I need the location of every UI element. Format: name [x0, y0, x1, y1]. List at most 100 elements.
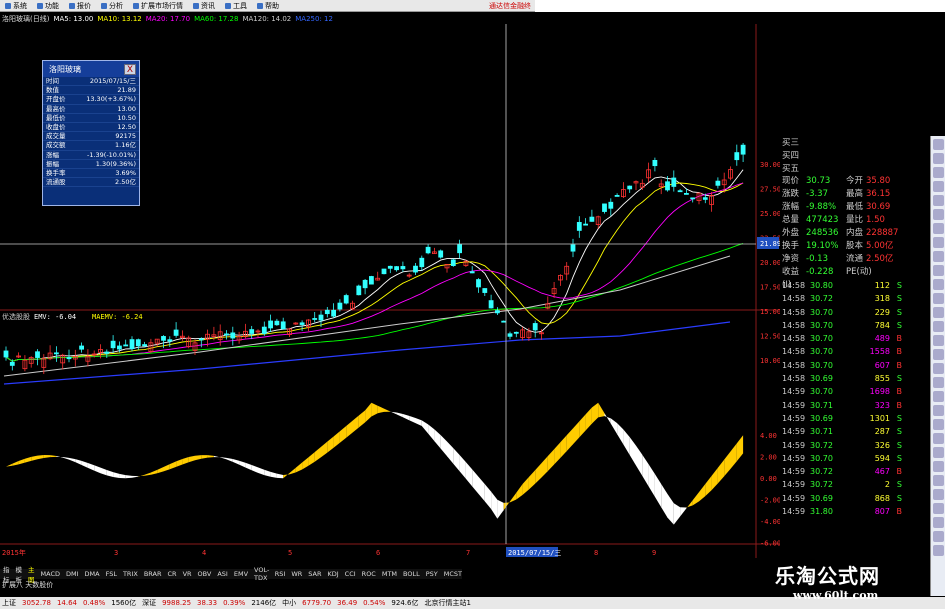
indicator-tab[interactable]: DMA: [82, 570, 103, 578]
tool-icon-5[interactable]: [933, 195, 944, 206]
emv-band-segment: [339, 426, 347, 443]
quote-cell: 涨跌: [782, 189, 800, 199]
tool-icon-27[interactable]: [933, 503, 944, 514]
tool-icon-15[interactable]: [933, 335, 944, 346]
tool-icon-24[interactable]: [933, 461, 944, 472]
tick-price: 30.69: [810, 493, 833, 503]
tool-icon-14[interactable]: [933, 321, 944, 332]
tool-icon-13[interactable]: [933, 307, 944, 318]
tool-icon-16[interactable]: [933, 349, 944, 360]
indicator-tab[interactable]: VR: [180, 570, 195, 578]
right-toolbar: [930, 136, 945, 596]
tick-direction: S: [896, 307, 902, 317]
candle-body: [652, 160, 658, 167]
close-icon[interactable]: X: [124, 64, 136, 75]
indicator-tab[interactable]: PSY: [423, 570, 441, 578]
data-window-key: 成交量: [46, 132, 66, 141]
emv-band-segment: [138, 474, 145, 477]
tool-icon-19[interactable]: [933, 391, 944, 402]
indicator-tab[interactable]: WR: [288, 570, 305, 578]
tick-volume: 287: [874, 427, 890, 437]
emv-band-segment: [724, 451, 731, 477]
indicator-tab[interactable]: KDJ: [324, 570, 341, 578]
month-label: 5: [288, 549, 292, 557]
emv-band-segment: [163, 464, 170, 472]
tick-time: 14:59: [782, 453, 806, 463]
indicator-tab[interactable]: CCI: [342, 570, 359, 578]
tool-icon-12[interactable]: [933, 293, 944, 304]
indicator-tab[interactable]: MTM: [379, 570, 400, 578]
candle-body: [129, 339, 135, 350]
menu-item-function[interactable]: 功能: [32, 1, 64, 11]
month-label: 7: [466, 549, 470, 557]
tool-icon-20[interactable]: [933, 405, 944, 416]
tick-price: 30.70: [810, 307, 833, 317]
data-window-row: 成交量 92175: [43, 132, 139, 142]
candle-body: [690, 197, 696, 200]
quote-row: 净资 -0.13 流通 2.50亿: [782, 253, 930, 266]
tool-icon-9[interactable]: [933, 251, 944, 262]
indicator-tab[interactable]: ASI: [214, 570, 231, 578]
ma-info-bar: 洛阳玻璃(日线) MA5: 13.00 MA10: 13.12 MA20: 17…: [0, 13, 535, 24]
emv-band-segment: [484, 484, 492, 509]
candle-body: [702, 197, 708, 200]
tool-icon-29[interactable]: [933, 531, 944, 542]
tick-direction: B: [896, 400, 903, 410]
indicator-tab[interactable]: BRAR: [141, 570, 165, 578]
emv-band-segment: [295, 462, 303, 473]
tool-icon-1[interactable]: [933, 139, 944, 150]
tool-icon-2[interactable]: [933, 153, 944, 164]
indicator-tab[interactable]: RSI: [272, 570, 289, 578]
indicator-tab[interactable]: OBV: [195, 570, 215, 578]
indicator-tab[interactable]: MCST: [441, 570, 465, 578]
emv-band-segment: [213, 455, 221, 458]
tick-list[interactable]: 14:58 30.80 112 S 14:58 30.72 318 S 14:58 30.70 22…: [782, 279, 930, 518]
tool-icon-8[interactable]: [933, 237, 944, 248]
status-item: 0.54%: [363, 599, 386, 607]
blank-area: [535, 0, 945, 12]
menu-item-quote[interactable]: 报价: [64, 1, 96, 11]
data-window-key: 开盘价: [46, 95, 66, 104]
menu-item-news[interactable]: 资讯: [188, 1, 220, 11]
menu-item-tools[interactable]: 工具: [220, 1, 252, 11]
indicator-tab[interactable]: ROC: [359, 570, 379, 578]
tool-icon-17[interactable]: [933, 363, 944, 374]
indicator-tab[interactable]: SAR: [305, 570, 324, 578]
tool-icon-4[interactable]: [933, 181, 944, 192]
indicator-tab[interactable]: VOL-TDX: [251, 566, 272, 582]
data-window[interactable]: 洛阳玻璃 X 时间 2015/07/15/三 数值 21.89 开盘价 13.30(+3.…: [42, 60, 140, 206]
tool-icon-10[interactable]: [933, 265, 944, 276]
emv-band-segment: [736, 435, 744, 462]
indicator-tab[interactable]: FSL: [103, 570, 120, 578]
tool-icon-11[interactable]: [933, 279, 944, 290]
indicator-tab[interactable]: DMI: [63, 570, 82, 578]
tool-icon-7[interactable]: [933, 223, 944, 234]
indicator-tab[interactable]: EMV: [231, 570, 251, 578]
tool-icon-30[interactable]: [933, 545, 944, 556]
emv-band-segment: [554, 442, 561, 465]
menu-item-analysis[interactable]: 分析: [96, 1, 128, 11]
tool-icon-6[interactable]: [933, 209, 944, 220]
tick-row: 14:58 30.70 607 B: [782, 359, 930, 372]
tool-icon-25[interactable]: [933, 475, 944, 486]
candle-body: [299, 322, 305, 325]
tool-icon-21[interactable]: [933, 419, 944, 430]
tool-icon-26[interactable]: [933, 489, 944, 500]
tool-icon-18[interactable]: [933, 377, 944, 388]
tool-icon-28[interactable]: [933, 517, 944, 528]
emv-band-segment: [503, 501, 510, 511]
quote-row: 外盘 248536 内盘 228887: [782, 227, 930, 240]
indicator-tab[interactable]: CR: [165, 570, 180, 578]
tool-icon-23[interactable]: [933, 447, 944, 458]
indicator-tab[interactable]: MACD: [38, 570, 63, 578]
tool-icon-3[interactable]: [933, 167, 944, 178]
indicator-tab[interactable]: BOLL: [400, 570, 423, 578]
candle-body: [715, 180, 721, 186]
indicator-axis-label: 2.00: [760, 454, 777, 462]
menu-item-extended-market[interactable]: 扩展市场行情: [128, 1, 188, 11]
indicator-tab[interactable]: TRIX: [120, 570, 141, 578]
tool-icon-22[interactable]: [933, 433, 944, 444]
menu-item-help[interactable]: 帮助: [252, 1, 284, 11]
plugin-label[interactable]: 扩展八 天数股价: [0, 580, 120, 590]
menu-item-system[interactable]: 系统: [0, 1, 32, 11]
